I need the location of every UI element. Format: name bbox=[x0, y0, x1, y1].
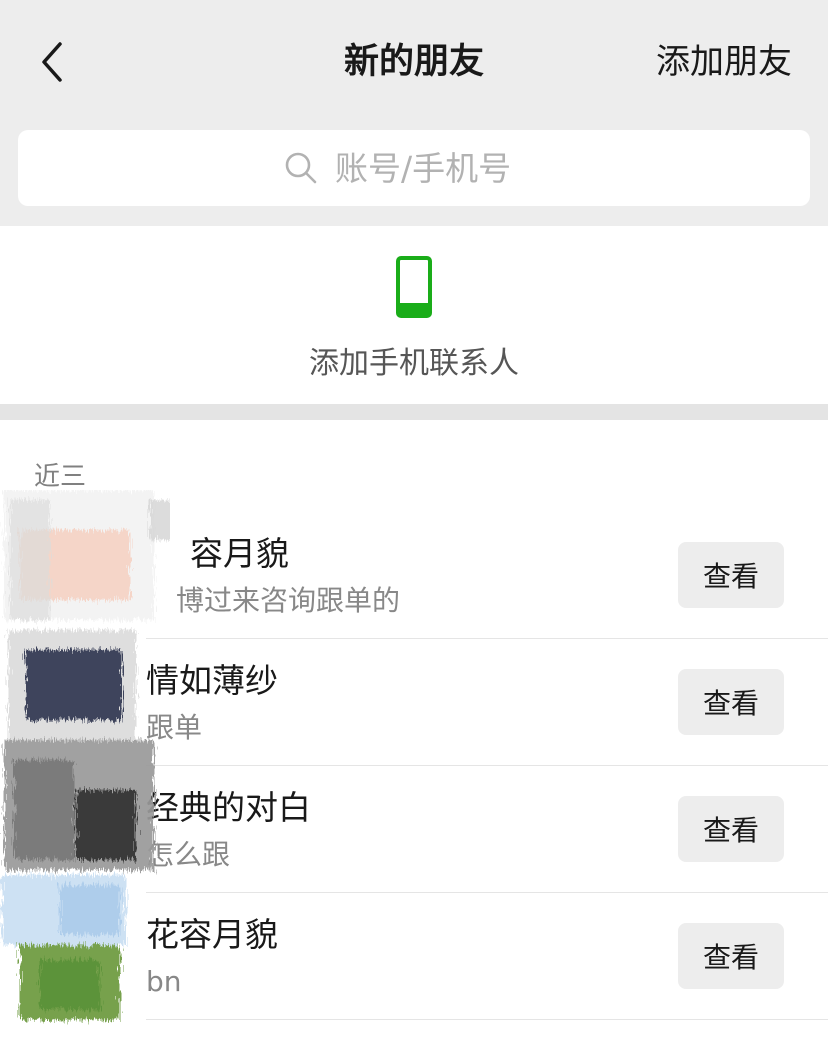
avatar bbox=[18, 530, 122, 634]
avatar bbox=[18, 784, 122, 888]
list-item[interactable]: 花容月貌 bn 查看 bbox=[0, 893, 828, 1020]
search-icon bbox=[283, 150, 319, 186]
phone-icon bbox=[396, 256, 432, 318]
row-separator bbox=[146, 1019, 828, 1020]
friend-message: bn bbox=[146, 965, 182, 998]
add-friend-button[interactable]: 添加朋友 bbox=[656, 38, 792, 86]
recent-friends-section: 近三 容月貌 博过来咨询跟单的 查看 情如薄纱 跟单 查看 经典的对白 怎么跟 … bbox=[0, 420, 828, 1058]
section-divider bbox=[0, 404, 828, 420]
nav-bar: 新的朋友 添加朋友 bbox=[0, 0, 828, 124]
search-bar[interactable] bbox=[18, 130, 810, 206]
friend-message: 跟单 bbox=[146, 711, 203, 744]
view-button[interactable]: 查看 bbox=[678, 669, 784, 735]
friend-message: 怎么跟 bbox=[146, 838, 231, 871]
avatar bbox=[18, 911, 122, 1015]
avatar bbox=[18, 657, 122, 761]
friend-message: 博过来咨询跟单的 bbox=[176, 584, 401, 617]
section-header: 近三 bbox=[34, 462, 87, 492]
friend-name: 容月貌 bbox=[190, 534, 289, 573]
view-button[interactable]: 查看 bbox=[678, 796, 784, 862]
view-button[interactable]: 查看 bbox=[678, 923, 784, 989]
list-item[interactable]: 情如薄纱 跟单 查看 bbox=[0, 639, 828, 766]
add-phone-contacts[interactable]: 添加手机联系人 bbox=[0, 226, 828, 404]
app-root: 新的朋友 添加朋友 添加手机联系人 近三 容月貌 博过来咨询跟单的 查看 bbox=[0, 0, 828, 1058]
friend-name: 情如薄纱 bbox=[146, 661, 278, 700]
add-phone-contacts-label: 添加手机联系人 bbox=[309, 346, 519, 381]
search-input[interactable] bbox=[335, 148, 545, 188]
list-item[interactable]: 经典的对白 怎么跟 查看 bbox=[0, 766, 828, 893]
list-item[interactable]: 容月貌 博过来咨询跟单的 查看 bbox=[0, 512, 828, 639]
view-button[interactable]: 查看 bbox=[678, 542, 784, 608]
friend-name: 经典的对白 bbox=[146, 788, 311, 827]
friend-name: 花容月貌 bbox=[146, 915, 278, 954]
